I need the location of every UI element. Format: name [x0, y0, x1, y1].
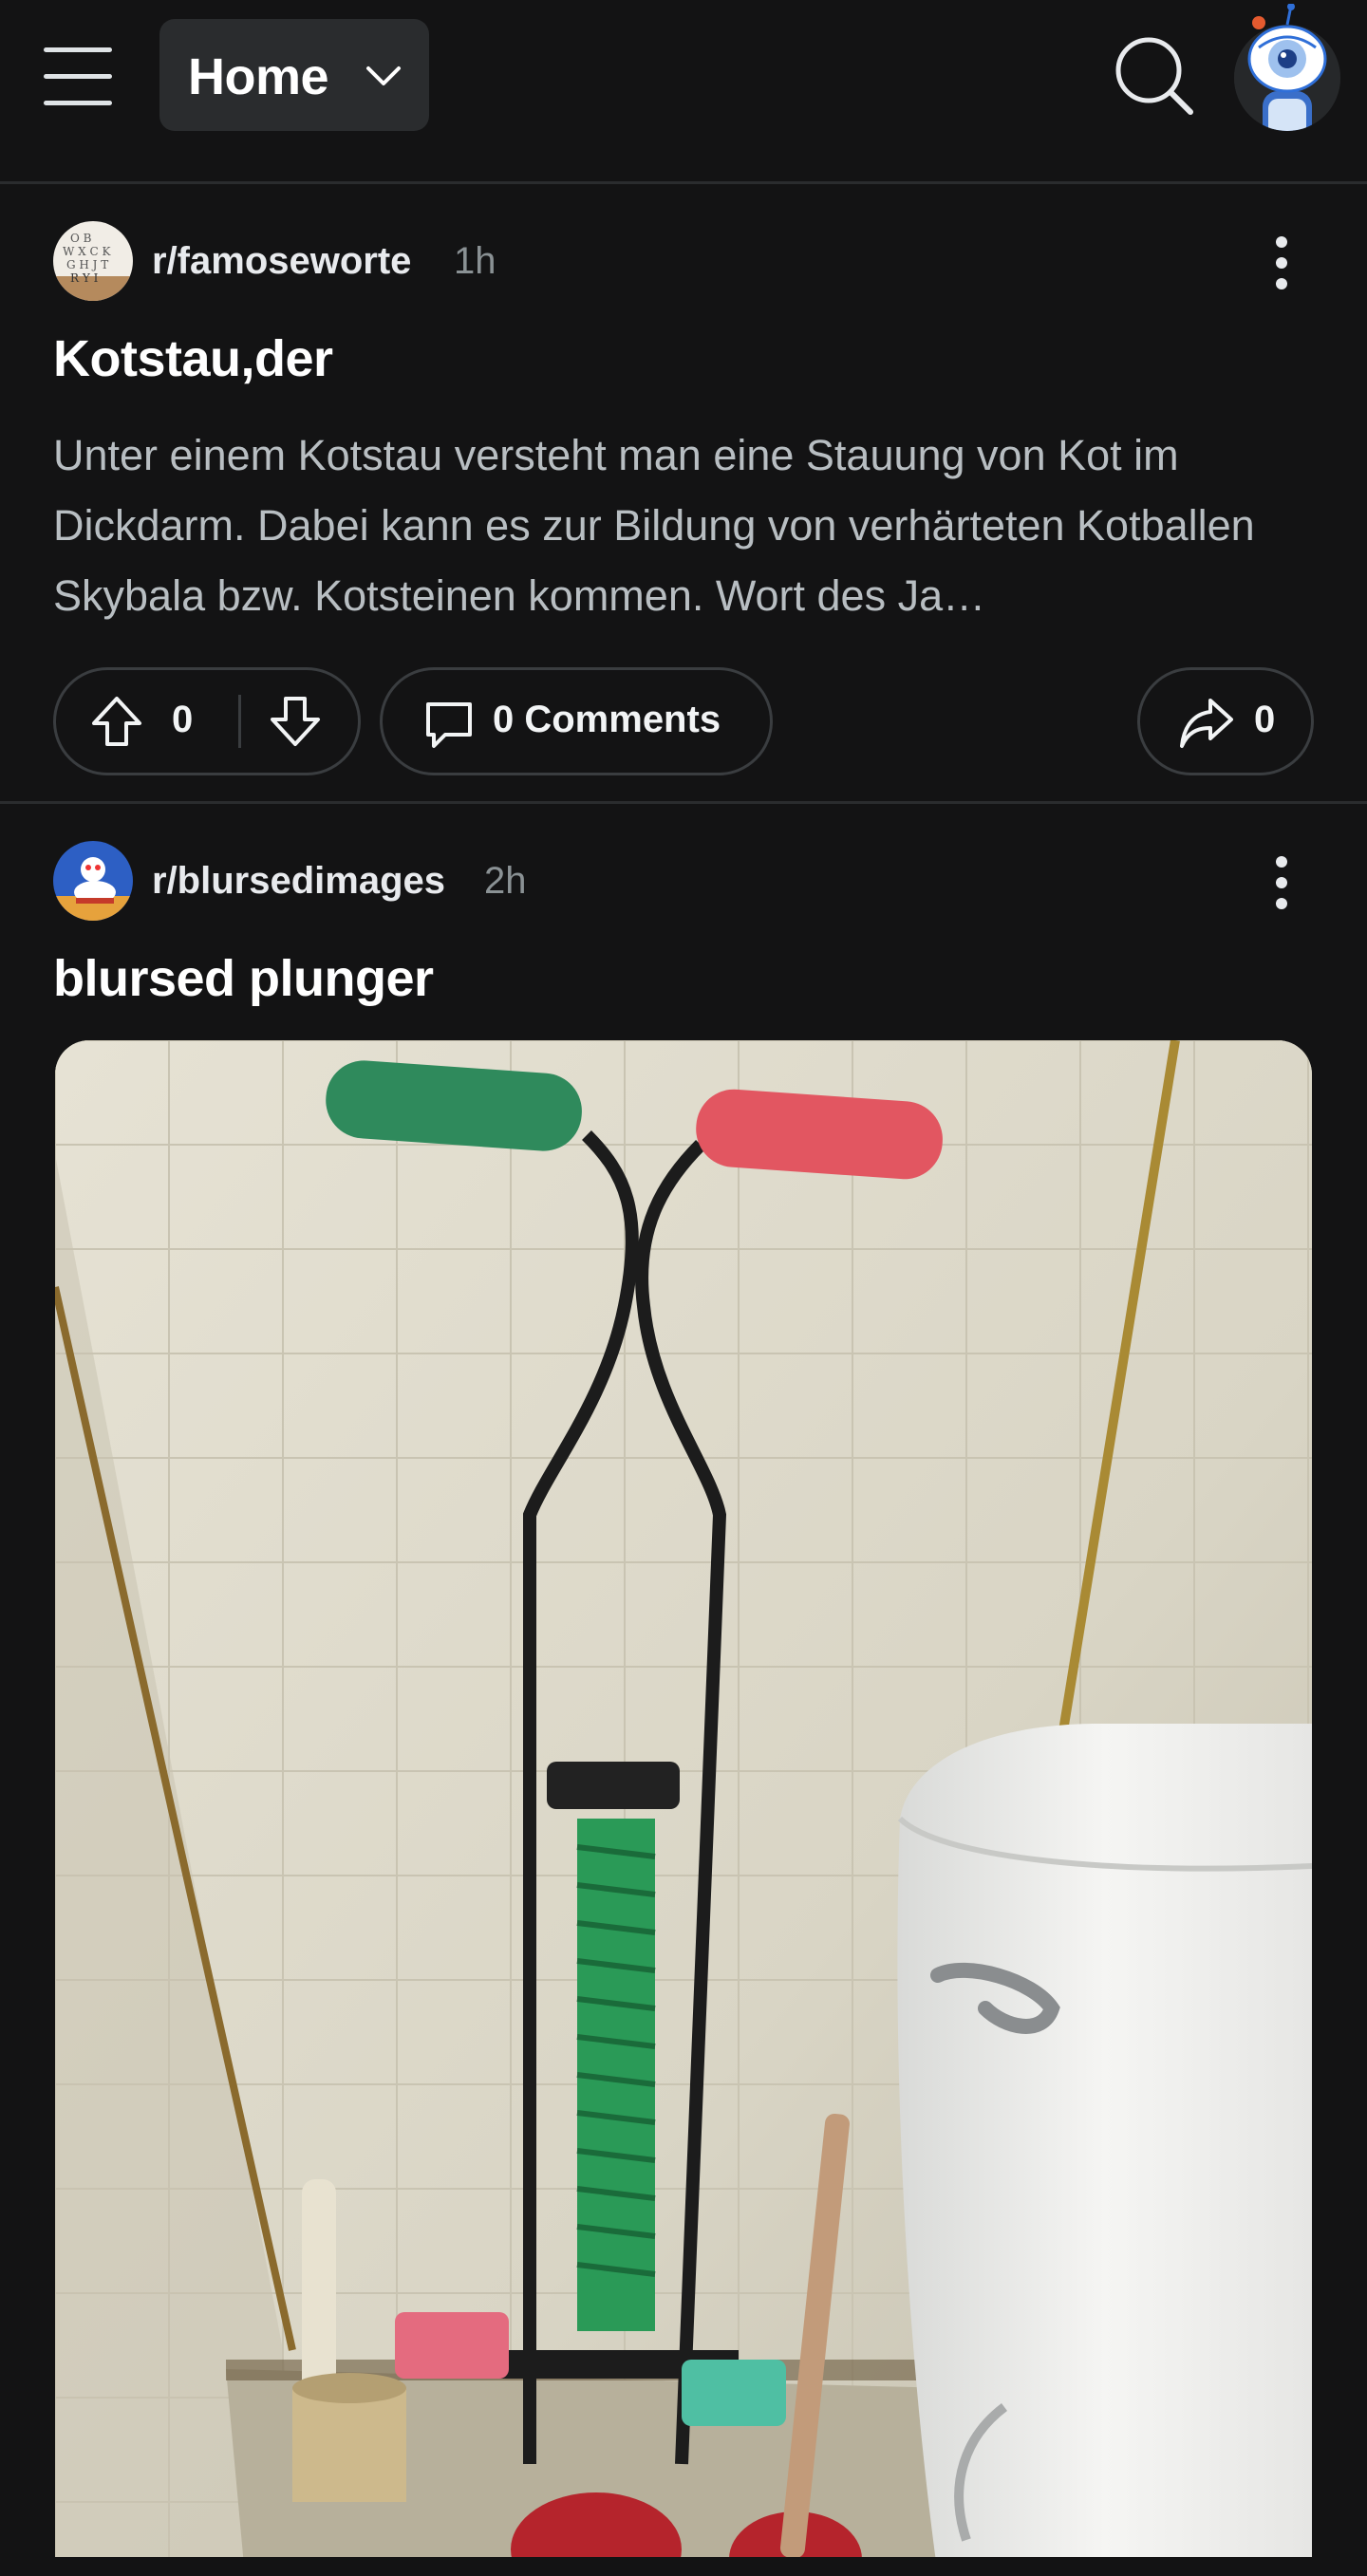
- post-title[interactable]: Kotstau,der: [53, 329, 333, 388]
- more-options-icon[interactable]: [1253, 225, 1310, 301]
- svg-text:O B: O B: [70, 232, 92, 245]
- svg-text:G H J T: G H J T: [66, 258, 108, 271]
- post-timestamp: 1h: [454, 240, 496, 282]
- plunger-pogo-stick-image: [55, 1040, 1312, 2576]
- screen-bottom-edge: [0, 2557, 1367, 2576]
- vote-bar: 0: [53, 667, 361, 775]
- subreddit-name[interactable]: r/famoseworte: [152, 240, 411, 283]
- vote-divider: [238, 695, 241, 748]
- post-title[interactable]: blursed plunger: [53, 949, 434, 1008]
- feed-post[interactable]: O B W X C K G H J T R Y I r/famoseworte …: [0, 187, 1367, 804]
- chevron-down-icon: [366, 66, 401, 85]
- svg-text:W X C K: W X C K: [63, 245, 112, 258]
- post-meta-row: r/blursedimages 2h: [53, 841, 718, 924]
- share-icon: [1176, 693, 1237, 754]
- post-body-preview[interactable]: Unter einem Kotstau versteht man eine St…: [53, 420, 1316, 631]
- comments-count: 0 Comments: [493, 699, 721, 740]
- subreddit-avatar[interactable]: O B W X C K G H J T R Y I: [53, 221, 133, 301]
- comment-icon: [421, 695, 478, 752]
- svg-text:R Y I: R Y I: [70, 271, 99, 285]
- share-count: 0: [1254, 699, 1276, 740]
- downvote-icon[interactable]: [267, 693, 324, 750]
- more-options-icon[interactable]: [1253, 845, 1310, 921]
- subreddit-name[interactable]: r/blursedimages: [152, 860, 445, 903]
- post-timestamp: 2h: [484, 860, 527, 902]
- comments-button[interactable]: 0 Comments: [380, 667, 773, 775]
- feed-post[interactable]: r/blursedimages 2h blursed plunger: [0, 807, 1367, 2576]
- subreddit-avatar[interactable]: [53, 841, 133, 921]
- top-app-bar: Home: [0, 0, 1367, 184]
- search-icon[interactable]: [1107, 28, 1202, 123]
- post-meta-row: O B W X C K G H J T R Y I r/famoseworte …: [53, 221, 718, 305]
- feed-selector-label: Home: [188, 48, 329, 105]
- feed-selector-dropdown[interactable]: Home: [159, 19, 429, 131]
- share-button[interactable]: 0: [1137, 667, 1314, 775]
- vote-count: 0: [172, 699, 194, 740]
- post-image[interactable]: [55, 1040, 1312, 2576]
- hamburger-menu-icon[interactable]: [38, 38, 123, 114]
- upvote-icon[interactable]: [88, 693, 145, 750]
- user-avatar[interactable]: [1234, 4, 1340, 131]
